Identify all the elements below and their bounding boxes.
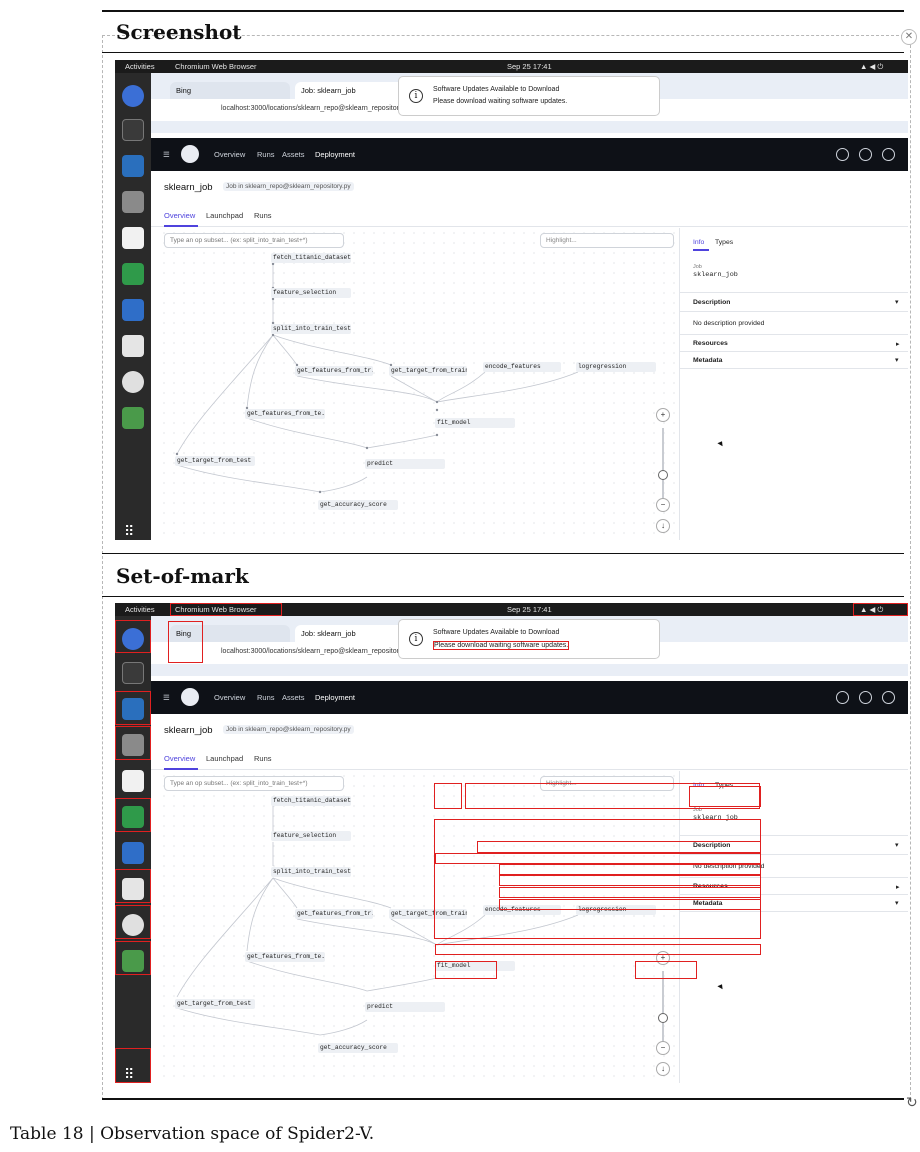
- dashed-border-left: [102, 35, 103, 1100]
- som-box-k: [635, 961, 697, 979]
- node-get-features-from-test[interactable]: get_features_from_te...: [245, 409, 325, 419]
- setofmark-section-title: Set-of-mark: [116, 564, 249, 588]
- setofmark-panel: Activities Chromium Web Browser Sep 25 1…: [115, 603, 908, 1083]
- section-divider-rule: [102, 553, 904, 554]
- node-get-features-from-train[interactable]: get_features_from_tr...: [295, 366, 373, 376]
- som-box-j: [435, 944, 761, 955]
- node-get-target-from-test[interactable]: get_target_from_test: [175, 456, 255, 466]
- bottom-rule: [102, 1098, 904, 1100]
- screenshot-section-title: Screenshot: [116, 20, 242, 44]
- som-box-a: [434, 783, 462, 809]
- zoom-out-icon[interactable]: −: [656, 498, 670, 512]
- side-job-name: sklearn_job: [693, 271, 738, 279]
- top-rule: [102, 10, 904, 12]
- header-rule-2: [102, 596, 904, 597]
- som-box-dock-6: [115, 905, 151, 939]
- chevron-down-icon[interactable]: ▾: [895, 899, 898, 907]
- zoom-track[interactable]: [662, 971, 664, 1043]
- chevron-right-icon[interactable]: ▸: [896, 883, 899, 891]
- chevron-down-icon[interactable]: ▾: [895, 356, 898, 364]
- som-box-g: [499, 875, 761, 886]
- side-tab-indicator: [693, 249, 709, 251]
- side-tab-info[interactable]: Info: [693, 239, 704, 246]
- node-split-into-train-test[interactable]: split_into_train_test: [271, 867, 351, 877]
- som-box-e: [435, 853, 761, 864]
- chevron-down-icon[interactable]: ▾: [895, 841, 898, 849]
- refresh-icon[interactable]: ↻: [906, 1095, 918, 1111]
- node-get-target-from-test[interactable]: get_target_from_test: [175, 999, 255, 1009]
- zoom-in-icon[interactable]: +: [656, 408, 670, 422]
- node-feature-selection[interactable]: feature_selection: [271, 831, 351, 841]
- node-fit-model[interactable]: fit_model: [435, 418, 515, 428]
- header-rule-1: [102, 52, 904, 53]
- node-logregression[interactable]: logregression: [576, 362, 656, 372]
- som-box-dock-4: [115, 798, 151, 832]
- som-box-fit-model: [435, 961, 497, 979]
- som-box-dock-7: [115, 941, 151, 975]
- som-box-app-menu: [170, 603, 282, 616]
- close-icon[interactable]: ✕: [901, 29, 917, 45]
- description-header[interactable]: Description: [693, 299, 730, 306]
- zoom-controls: + − ↓: [656, 400, 672, 535]
- som-box-dock-2: [115, 691, 151, 725]
- side-tab-types[interactable]: Types: [715, 239, 733, 246]
- chevron-right-icon[interactable]: ▸: [896, 340, 899, 348]
- zoom-out-icon[interactable]: −: [656, 1041, 670, 1055]
- som-box-d: [477, 841, 761, 853]
- download-icon[interactable]: ↓: [656, 1062, 670, 1076]
- zoom-track[interactable]: [662, 428, 664, 500]
- side-job-label: Job: [693, 264, 702, 270]
- node-get-accuracy-score[interactable]: get_accuracy_score: [318, 1043, 398, 1053]
- node-predict[interactable]: predict: [365, 459, 445, 469]
- som-box-dock-1: [115, 620, 151, 653]
- dashed-border-right: [910, 35, 911, 1100]
- som-box-dock-5: [115, 869, 151, 903]
- som-box-i: [499, 899, 761, 910]
- som-box-side-tabs: [689, 786, 761, 807]
- node-get-features-from-train[interactable]: get_features_from_tr...: [295, 909, 373, 919]
- description-text: No description provided: [693, 320, 765, 327]
- zoom-slider-handle[interactable]: [658, 1013, 668, 1023]
- som-box-tray: [853, 603, 908, 616]
- som-box-dock-apps: [115, 1048, 151, 1083]
- som-box-h: [499, 887, 761, 898]
- som-box-f: [499, 864, 761, 875]
- som-box-dock-3: [115, 726, 151, 760]
- som-box-tab: [168, 621, 203, 663]
- node-get-target-from-train[interactable]: get_target_from_train: [389, 366, 467, 376]
- resources-header[interactable]: Resources: [693, 340, 728, 347]
- node-feature-selection[interactable]: feature_selection: [271, 288, 351, 298]
- node-encode-features[interactable]: encode_features: [483, 362, 561, 372]
- node-fetch-titanic-dataset[interactable]: fetch_titanic_dataset: [271, 253, 351, 263]
- screenshot-panel: Activities Chromium Web Browser Sep 25 1…: [115, 60, 908, 540]
- download-icon[interactable]: ↓: [656, 519, 670, 533]
- node-fetch-titanic-dataset[interactable]: fetch_titanic_dataset: [271, 796, 351, 806]
- zoom-slider-handle[interactable]: [658, 470, 668, 480]
- node-split-into-train-test[interactable]: split_into_train_test: [271, 324, 351, 334]
- node-get-accuracy-score[interactable]: get_accuracy_score: [318, 500, 398, 510]
- node-predict[interactable]: predict: [365, 1002, 445, 1012]
- node-get-features-from-test[interactable]: get_features_from_te...: [245, 952, 325, 962]
- info-sidebar: Info Types Job sklearn_job Description ▾…: [679, 228, 908, 540]
- table-caption: Table 18 | Observation space of Spider2-…: [10, 1124, 375, 1144]
- chevron-down-icon[interactable]: ▾: [895, 298, 898, 306]
- metadata-header[interactable]: Metadata: [693, 357, 722, 364]
